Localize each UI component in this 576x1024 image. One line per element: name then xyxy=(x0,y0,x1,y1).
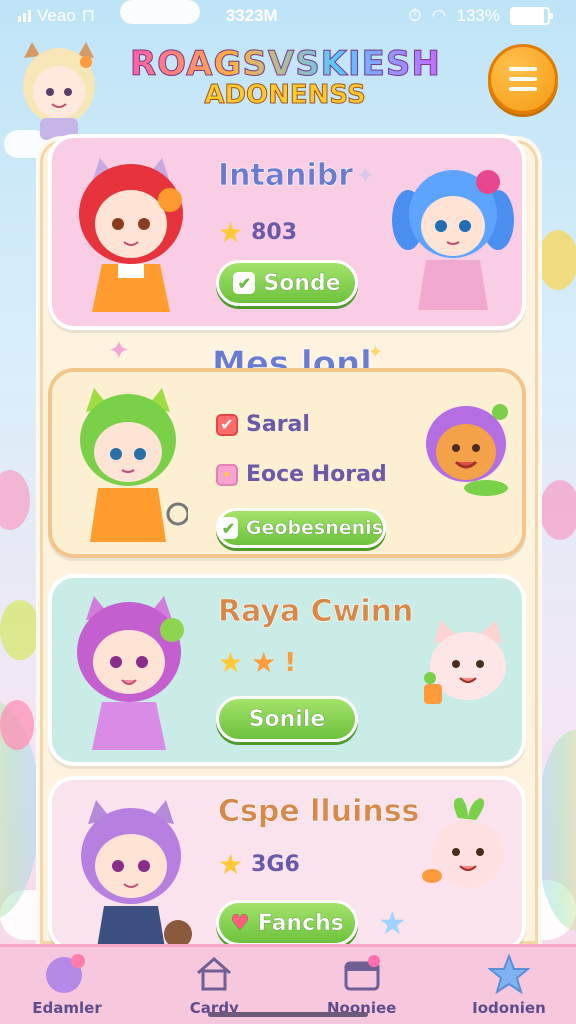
balloon-decoration xyxy=(0,700,34,750)
carrier-text: Veao xyxy=(37,6,76,25)
check-icon: ✔ xyxy=(233,272,256,294)
signal-icon xyxy=(18,10,31,22)
app-logo: ROAGSVSKIESH ADONENSS xyxy=(130,44,441,118)
battery-fill xyxy=(511,9,545,23)
character-card-3[interactable]: Raya Cwinn ★ ★ ! Sonile xyxy=(48,574,526,766)
card-title: Raya Cwinn xyxy=(218,594,414,630)
nav-item-edamler[interactable]: Edamler xyxy=(12,953,122,1024)
checkbox-unchecked-icon[interactable]: • xyxy=(216,463,238,486)
battery-icon xyxy=(509,7,553,25)
home-indicator[interactable] xyxy=(208,1012,368,1017)
star-icon: ★ xyxy=(218,848,244,881)
menu-button[interactable] xyxy=(488,44,558,114)
option-row-saral[interactable]: ✔ Saral xyxy=(216,412,310,437)
sonde-button[interactable]: ✔ Sonde xyxy=(216,260,358,306)
alarm-icon: ⏱ xyxy=(408,6,422,25)
button-label: Fanchs xyxy=(257,910,344,936)
wifi-icon: ◠ xyxy=(431,6,447,25)
player-avatar[interactable] xyxy=(14,40,104,140)
network-icon: ⊓ xyxy=(81,6,96,25)
geobesnenis-button[interactable]: ✔ Geobesnenis xyxy=(216,508,386,548)
stat-row: ★ ★ ! xyxy=(218,646,296,679)
nav-label: Iodonien xyxy=(472,999,546,1017)
status-left: Veao ⊓ xyxy=(18,6,95,26)
character-card-2[interactable]: ✔ Saral • Eoce Horad ✔ Geobesnenis xyxy=(48,368,526,558)
balloon-icon xyxy=(43,953,91,995)
blue-hair-girl-portrait xyxy=(388,160,518,324)
balloon-decoration xyxy=(0,470,30,530)
purple-blob-creature-icon xyxy=(416,392,516,506)
character-card-4[interactable]: Cspe lluinss ★ 3G6 ♥ Fanchs xyxy=(48,776,526,954)
star-decoration: ★ xyxy=(378,904,407,942)
fanchs-button[interactable]: ♥ Fanchs xyxy=(216,900,358,946)
character-card-1[interactable]: Intanibr ✦ ★ 803 ✔ Sonde xyxy=(48,134,526,330)
stat-row: ★ 3G6 xyxy=(218,848,300,881)
hamburger-icon-bar xyxy=(509,87,537,91)
card-title: Intanibr xyxy=(218,158,354,194)
strawberry-icon: ♥ xyxy=(230,910,250,936)
status-bar: Veao ⊓ 3323M ⏱ ◠ 133% xyxy=(0,0,576,32)
button-label: Geobesnenis xyxy=(245,517,383,539)
logo-title: ROAGSVSKIESH xyxy=(130,44,441,85)
button-label: Sonile xyxy=(248,706,326,732)
logo-subtitle: ADONENSS xyxy=(204,80,366,111)
status-right: ⏱ ◠ 133% xyxy=(408,6,553,26)
hamburger-icon-bar xyxy=(509,77,537,81)
balloon-decoration xyxy=(538,230,576,290)
exclamation-icon: ! xyxy=(284,647,297,678)
hamburger-icon-bar xyxy=(509,67,537,71)
option-label: Saral xyxy=(246,412,310,437)
sparkle-icon: ✦ xyxy=(108,336,130,366)
red-hair-cat-girl-portrait xyxy=(66,152,196,326)
balloon-decoration xyxy=(540,480,576,540)
star-icon xyxy=(485,953,533,995)
button-label: Sonde xyxy=(263,270,341,296)
home-icon xyxy=(190,953,238,995)
lilac-hair-cat-girl-portrait xyxy=(66,794,196,958)
star-icon: ★ xyxy=(218,646,244,679)
nav-item-iodonien[interactable]: Iodonien xyxy=(454,953,564,1024)
star-icon: ★ xyxy=(218,216,244,249)
stat-value: 803 xyxy=(251,220,298,245)
sparkle-icon: ✦ xyxy=(356,164,375,189)
checkbox-checked-icon[interactable]: ✔ xyxy=(216,413,238,436)
star-icon: ★ xyxy=(251,646,277,679)
purple-hair-cat-girl-portrait xyxy=(64,590,194,764)
clock: 3323M xyxy=(225,6,278,25)
option-row-eoce-horad[interactable]: • Eoce Horad xyxy=(216,462,387,487)
radish-creature-icon xyxy=(418,792,518,906)
card-title: Cspe lluinss xyxy=(218,794,420,830)
cat-creature-icon xyxy=(418,614,518,718)
balloon-decoration xyxy=(0,600,40,660)
sonile-button[interactable]: Sonile xyxy=(216,696,358,742)
option-label: Eoce Horad xyxy=(246,462,387,487)
calendar-icon xyxy=(338,953,386,995)
green-hair-cat-girl-portrait xyxy=(68,384,190,558)
nav-label: Edamler xyxy=(32,999,102,1017)
battery-percent: 133% xyxy=(456,6,500,25)
stat-row: ★ 803 xyxy=(218,216,297,249)
stat-value: 3G6 xyxy=(251,852,300,877)
check-icon: ✔ xyxy=(219,517,238,539)
